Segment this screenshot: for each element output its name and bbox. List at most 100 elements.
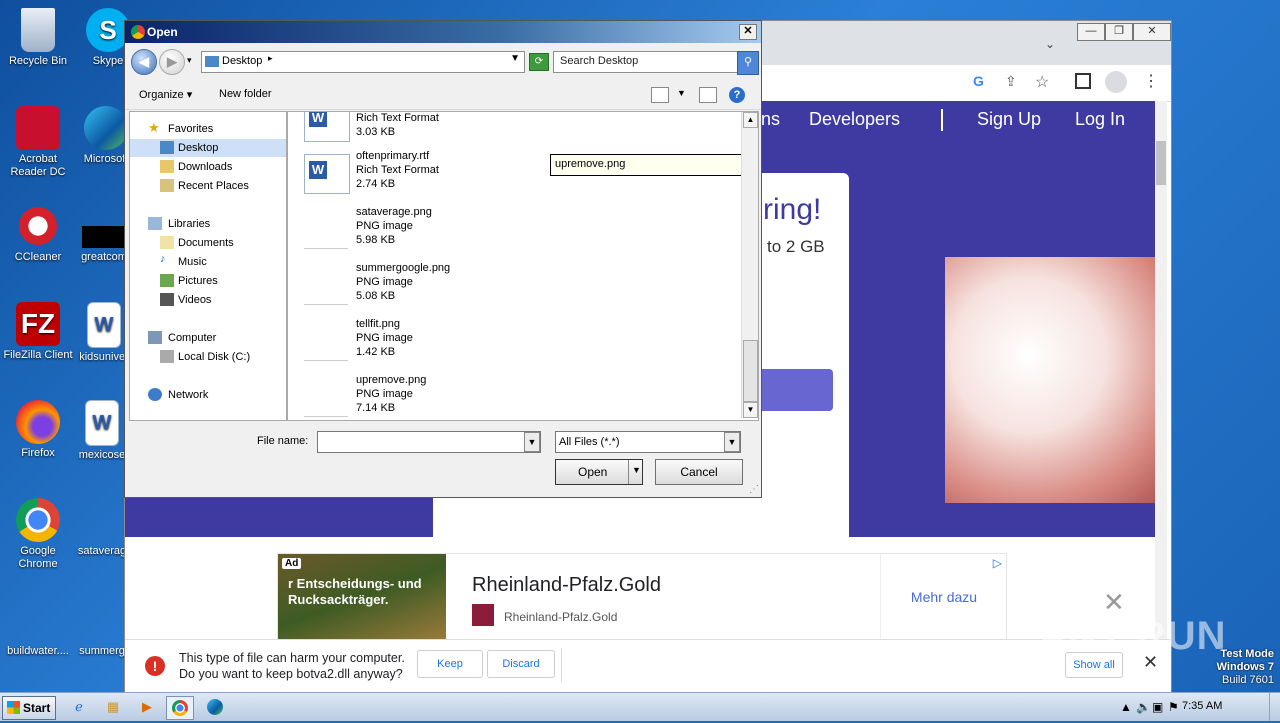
tab-search-chevron-icon[interactable]: ⌄	[1045, 37, 1055, 51]
file-item[interactable]: summergoogle.png PNG image 5.08 KB	[304, 262, 504, 314]
file-list-scrollbar[interactable]: ▲ ▼	[741, 112, 758, 418]
scroll-up-icon[interactable]: ▲	[743, 112, 758, 128]
nav-network[interactable]: Network	[130, 386, 286, 404]
open-button[interactable]: Open ▼	[555, 459, 643, 485]
dialog-close-button[interactable]: ✕	[739, 24, 757, 40]
system-tray: ▲ 🔈 ▣ ⚑ 7:35 AM	[1120, 693, 1280, 721]
show-desktop-button[interactable]	[1269, 693, 1280, 721]
desktop-icon-recycle-bin[interactable]: Recycle Bin	[0, 8, 76, 68]
nav-item-truncated[interactable]: ns	[761, 109, 780, 130]
preview-pane-icon[interactable]	[699, 87, 717, 103]
nav-computer[interactable]: Computer	[130, 329, 286, 347]
png-file-icon	[304, 322, 348, 361]
address-dropdown-icon[interactable]: ▼	[510, 53, 520, 64]
search-icon[interactable]: ⚲	[737, 51, 759, 75]
share-icon[interactable]: ⇪	[1005, 73, 1017, 90]
nav-favorites[interactable]: ★ Favorites	[130, 120, 286, 138]
nav-downloads[interactable]: Downloads	[130, 158, 286, 176]
network-tray-icon[interactable]: ▣	[1152, 700, 1163, 714]
start-button[interactable]: Start	[2, 696, 56, 720]
ad-title[interactable]: Rheinland-Pfalz.Gold	[472, 574, 661, 597]
file-name-dropdown-icon[interactable]: ▼	[524, 432, 540, 452]
breadcrumb-arrow-icon[interactable]: ▸	[268, 53, 273, 64]
file-name-label: File name:	[257, 435, 309, 447]
open-options-dropdown-icon[interactable]: ▼	[632, 465, 641, 475]
taskbar: Start ℯ ▦ ▶ ▲ 🔈 ▣ ⚑ 7:35 AM	[0, 692, 1280, 721]
page-scrollbar[interactable]	[1155, 101, 1167, 671]
organize-button[interactable]: Organize ▾	[139, 88, 192, 101]
nav-music[interactable]: ♪ Music	[130, 253, 286, 271]
new-folder-button[interactable]: New folder	[219, 88, 272, 100]
nav-libraries[interactable]: Libraries	[130, 215, 286, 233]
view-dropdown-icon[interactable]: ▼	[677, 88, 686, 98]
recent-places-icon	[160, 179, 174, 192]
google-icon[interactable]: G	[973, 73, 984, 89]
nav-videos[interactable]: Videos	[130, 291, 286, 309]
nav-local-disk[interactable]: Local Disk (C:)	[130, 348, 286, 366]
rename-input[interactable]: upremove.png	[550, 154, 742, 176]
scroll-down-icon[interactable]: ▼	[743, 402, 758, 418]
disk-icon	[160, 350, 174, 363]
volume-icon[interactable]: 🔈	[1136, 700, 1151, 714]
desktop-icon-ccleaner[interactable]: CCleaner	[0, 204, 76, 264]
nav-developers[interactable]: Developers	[809, 109, 900, 130]
ad-subtitle: Rheinland-Pfalz.Gold	[504, 610, 618, 624]
chrome-icon	[16, 498, 60, 542]
show-hidden-icons-icon[interactable]: ▲	[1120, 700, 1132, 714]
back-button[interactable]: ◀	[131, 49, 157, 75]
address-breadcrumb[interactable]: Desktop ▸ ▼	[201, 51, 525, 73]
search-input[interactable]: Search Desktop	[553, 51, 739, 73]
taskbar-chrome-icon[interactable]	[166, 696, 194, 720]
file-item[interactable]: oftenprimary.rtf Rich Text Format 2.74 K…	[304, 150, 504, 202]
file-type-dropdown-icon[interactable]: ▼	[724, 432, 740, 452]
cancel-button[interactable]: Cancel	[655, 459, 743, 485]
file-item[interactable]: tellfit.png PNG image 1.42 KB	[304, 318, 504, 370]
help-icon[interactable]: ?	[729, 87, 745, 103]
clock[interactable]: 7:35 AM	[1182, 700, 1222, 712]
recent-pages-chevron-icon[interactable]: ▾	[187, 55, 192, 66]
taskbar-media-player-icon[interactable]: ▶	[134, 696, 160, 718]
view-options-icon[interactable]	[651, 87, 669, 103]
ad-image-text: r Entscheidungs- und Rucksackträger.	[288, 576, 422, 607]
resize-grip-icon[interactable]: ⋰	[749, 484, 759, 495]
action-center-flag-icon[interactable]: ⚑	[1168, 700, 1179, 714]
refresh-button[interactable]: ⟳	[529, 53, 549, 71]
word-icon: W	[85, 400, 119, 446]
desktop-icon-acrobat[interactable]: Acrobat Reader DC	[0, 106, 76, 179]
file-list-scrollbar-thumb[interactable]	[743, 340, 758, 402]
desktop-icon-filezilla[interactable]: FZ FileZilla Client	[0, 302, 76, 362]
keep-button[interactable]: Keep	[417, 650, 483, 678]
taskbar-explorer-icon[interactable]: ▦	[100, 696, 126, 718]
nav-documents[interactable]: Documents	[130, 234, 286, 252]
ad-choices-icon[interactable]: ▷	[993, 556, 1002, 570]
png-file-icon	[304, 266, 348, 305]
discard-button[interactable]: Discard	[487, 650, 555, 678]
kebab-menu-icon[interactable]: ⋮	[1143, 71, 1159, 91]
nav-log-in[interactable]: Log In	[1075, 109, 1125, 130]
nav-desktop[interactable]: Desktop	[130, 139, 286, 157]
nav-pictures[interactable]: Pictures	[130, 272, 286, 290]
recycle-bin-icon	[21, 8, 55, 52]
file-type-select[interactable]: All Files (*.*) ▼	[555, 431, 741, 453]
edge-icon	[84, 106, 128, 150]
file-item[interactable]: Rich Text Format 3.03 KB	[304, 112, 504, 150]
forward-button[interactable]: ▶	[159, 49, 185, 75]
file-item[interactable]: upremove.png PNG image 7.14 KB	[304, 374, 504, 420]
ad-cta-button[interactable]: Mehr dazu	[880, 554, 1007, 640]
nav-recent-places[interactable]: Recent Places	[130, 177, 286, 195]
file-item[interactable]: sataverage.png PNG image 5.98 KB	[304, 206, 504, 258]
file-name-input[interactable]: ▼	[317, 431, 541, 453]
file-icon	[16, 598, 60, 642]
page-scrollbar-thumb[interactable]	[1156, 141, 1166, 185]
side-panel-icon[interactable]	[1075, 73, 1091, 89]
minimize-button[interactable]: —	[1077, 23, 1105, 41]
restore-button[interactable]: ❐	[1105, 23, 1133, 41]
close-button[interactable]: ✕	[1133, 23, 1171, 41]
computer-icon	[148, 331, 162, 344]
profile-avatar[interactable]	[1105, 71, 1127, 93]
taskbar-ie-icon[interactable]: ℯ	[66, 696, 92, 718]
taskbar-edge-icon[interactable]	[202, 696, 228, 718]
ad-banner[interactable]: Ad r Entscheidungs- und Rucksackträger. …	[277, 553, 1007, 641]
nav-sign-up[interactable]: Sign Up	[977, 109, 1041, 130]
bookmark-star-icon[interactable]: ☆	[1035, 72, 1049, 92]
